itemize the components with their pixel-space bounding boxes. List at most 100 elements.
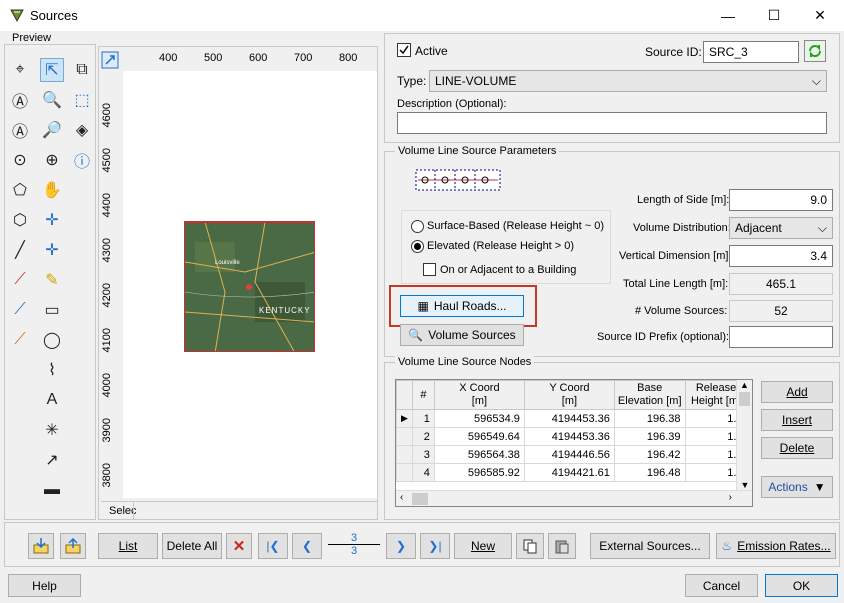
vertical-input[interactable]: 3.4 xyxy=(729,245,833,267)
pan-hand-icon[interactable]: ✋ xyxy=(40,178,64,202)
layers-icon[interactable]: ◈ xyxy=(70,118,94,142)
help-button[interactable]: Help xyxy=(8,574,81,597)
table-cell[interactable]: 596534.9 xyxy=(433,409,525,428)
row-index-cell[interactable]: 3 xyxy=(411,445,435,464)
ruler-icon[interactable]: ▬ xyxy=(40,478,64,502)
map-canvas[interactable]: Louisville KENTUCKY xyxy=(123,71,377,498)
info-icon[interactable]: ⓘ xyxy=(70,148,94,172)
arrow-icon[interactable]: ↗ xyxy=(40,448,64,472)
row-selector[interactable] xyxy=(396,445,413,464)
length-input[interactable]: 9.0 xyxy=(729,189,833,211)
zoom-box-icon[interactable]: ⬚ xyxy=(70,88,94,112)
row-index-cell[interactable]: 2 xyxy=(411,427,435,446)
area-poly-icon[interactable]: ⬠ xyxy=(8,178,32,202)
select-arrow-icon[interactable]: ⇱ xyxy=(40,58,64,82)
col-header-y[interactable]: Y Coord [m] xyxy=(523,380,615,410)
copy-icon[interactable] xyxy=(516,533,544,559)
import-icon[interactable] xyxy=(28,533,54,559)
table-cell[interactable]: 196.38 xyxy=(613,409,686,428)
table-cell[interactable]: 4194446.56 xyxy=(523,445,615,464)
actions-button[interactable]: Actions ▼ xyxy=(761,476,833,498)
row-index-cell[interactable]: 1 xyxy=(411,409,435,428)
row-selector[interactable]: ▶ xyxy=(396,409,413,428)
lasso-icon[interactable]: ⌇ xyxy=(40,358,64,382)
distribution-select[interactable]: Adjacent ⌵ xyxy=(729,217,833,239)
move-node-icon[interactable]: ✛ xyxy=(40,208,64,232)
prev-page-icon[interactable]: ❮ xyxy=(292,533,322,559)
refresh-icon[interactable] xyxy=(804,40,826,62)
table-cell[interactable]: 596564.38 xyxy=(433,445,525,464)
emission-rates-button[interactable]: ♨ Emission Rates... xyxy=(716,533,836,559)
open-pit-icon[interactable]: ⟋ xyxy=(8,328,32,352)
first-page-icon[interactable]: |❮ xyxy=(258,533,288,559)
source-id-input[interactable]: SRC_3 xyxy=(703,41,799,63)
text-add-icon[interactable]: Ⓐ xyxy=(8,118,32,142)
col-header-x[interactable]: X Coord [m] xyxy=(433,380,525,410)
zoom-out-icon[interactable]: 🔎 xyxy=(40,118,64,142)
text-box-icon[interactable]: Ⓐ xyxy=(8,88,32,112)
center-icon[interactable]: ⊕ xyxy=(40,148,64,172)
move-vertex-icon[interactable]: ✛ xyxy=(40,238,64,262)
polyline-icon[interactable]: ⟋ xyxy=(8,298,32,322)
text-a-icon[interactable]: A xyxy=(40,388,64,412)
next-page-icon[interactable]: ❯ xyxy=(386,533,416,559)
horizontal-scrollbar[interactable]: ‹ › xyxy=(396,490,752,506)
building-checkbox[interactable] xyxy=(423,263,436,276)
line-source-icon[interactable]: ⟋ xyxy=(8,268,32,292)
external-sources-button[interactable]: External Sources... xyxy=(590,533,710,559)
table-cell[interactable]: 4194453.36 xyxy=(523,427,615,446)
volume-sources-button[interactable]: 🔍 Volume Sources xyxy=(400,324,524,346)
digitize-icon[interactable]: ⌖ xyxy=(8,58,32,82)
h-scroll-thumb[interactable] xyxy=(412,493,428,505)
table-cell[interactable]: 196.39 xyxy=(613,427,686,446)
delete-button[interactable]: Delete xyxy=(761,437,833,459)
row-selector[interactable] xyxy=(396,463,413,482)
list-button[interactable]: List xyxy=(98,533,158,559)
active-checkbox[interactable] xyxy=(397,43,411,57)
description-input[interactable] xyxy=(397,112,827,134)
row-index-cell[interactable]: 4 xyxy=(411,463,435,482)
eraser-icon[interactable]: ✎ xyxy=(40,268,64,292)
point-source-icon[interactable]: ⊙ xyxy=(8,148,32,172)
export-icon[interactable] xyxy=(60,533,86,559)
table-cell[interactable]: 196.42 xyxy=(613,445,686,464)
line-icon[interactable]: ╱ xyxy=(8,238,32,262)
new-button[interactable]: New xyxy=(454,533,512,559)
minimize-button[interactable]: — xyxy=(705,0,751,31)
ok-button[interactable]: OK xyxy=(765,574,838,597)
delete-all-button[interactable]: Delete All xyxy=(162,533,222,559)
table-cell[interactable]: 596585.92 xyxy=(433,463,525,482)
insert-button[interactable]: Insert xyxy=(761,409,833,431)
vertical-scrollbar[interactable]: ▲ ▼ xyxy=(736,380,752,490)
row-selector[interactable] xyxy=(396,427,413,446)
asterisk-icon[interactable]: ✳ xyxy=(40,418,64,442)
zoom-in-icon[interactable]: 🔍 xyxy=(40,88,64,112)
delete-icon[interactable]: ✕ xyxy=(226,533,252,559)
zoom-reset-icon[interactable] xyxy=(101,51,119,72)
maximize-button[interactable]: ☐ xyxy=(751,0,797,31)
last-page-icon[interactable]: ❯| xyxy=(420,533,450,559)
haul-roads-button[interactable]: ▦ Haul Roads... xyxy=(400,295,524,317)
elevated-radio[interactable] xyxy=(411,240,424,253)
surface-based-radio[interactable] xyxy=(411,220,424,233)
table-row[interactable]: 4 596585.92 4194421.61 196.48 1.7 xyxy=(396,463,748,482)
circle-icon[interactable]: ◯ xyxy=(40,328,64,352)
col-header-index[interactable]: # xyxy=(411,380,435,410)
table-cell[interactable]: 4194453.36 xyxy=(523,409,615,428)
table-row[interactable]: 3 596564.38 4194446.56 196.42 1.7 xyxy=(396,445,748,464)
close-button[interactable]: ✕ xyxy=(797,0,843,31)
table-row[interactable]: 2 596549.64 4194453.36 196.39 1.7 xyxy=(396,427,748,446)
table-cell[interactable]: 4194421.61 xyxy=(523,463,615,482)
scroll-thumb[interactable] xyxy=(739,392,750,406)
add-button[interactable]: Add xyxy=(761,381,833,403)
cancel-button[interactable]: Cancel xyxy=(685,574,758,597)
volume-icon[interactable]: ⬡ xyxy=(8,208,32,232)
table-cell[interactable]: 196.48 xyxy=(613,463,686,482)
col-header-elevation[interactable]: Base Elevation [m] xyxy=(613,380,686,410)
table-cell[interactable]: 596549.64 xyxy=(433,427,525,446)
resize-icon[interactable]: ⧉ xyxy=(70,58,94,82)
table-row[interactable]: ▶ 1 596534.9 4194453.36 196.38 1.7 xyxy=(396,409,748,428)
type-select[interactable]: LINE-VOLUME ⌵ xyxy=(429,70,827,92)
rectangle-icon[interactable]: ▭ xyxy=(40,298,64,322)
paste-icon[interactable] xyxy=(548,533,576,559)
